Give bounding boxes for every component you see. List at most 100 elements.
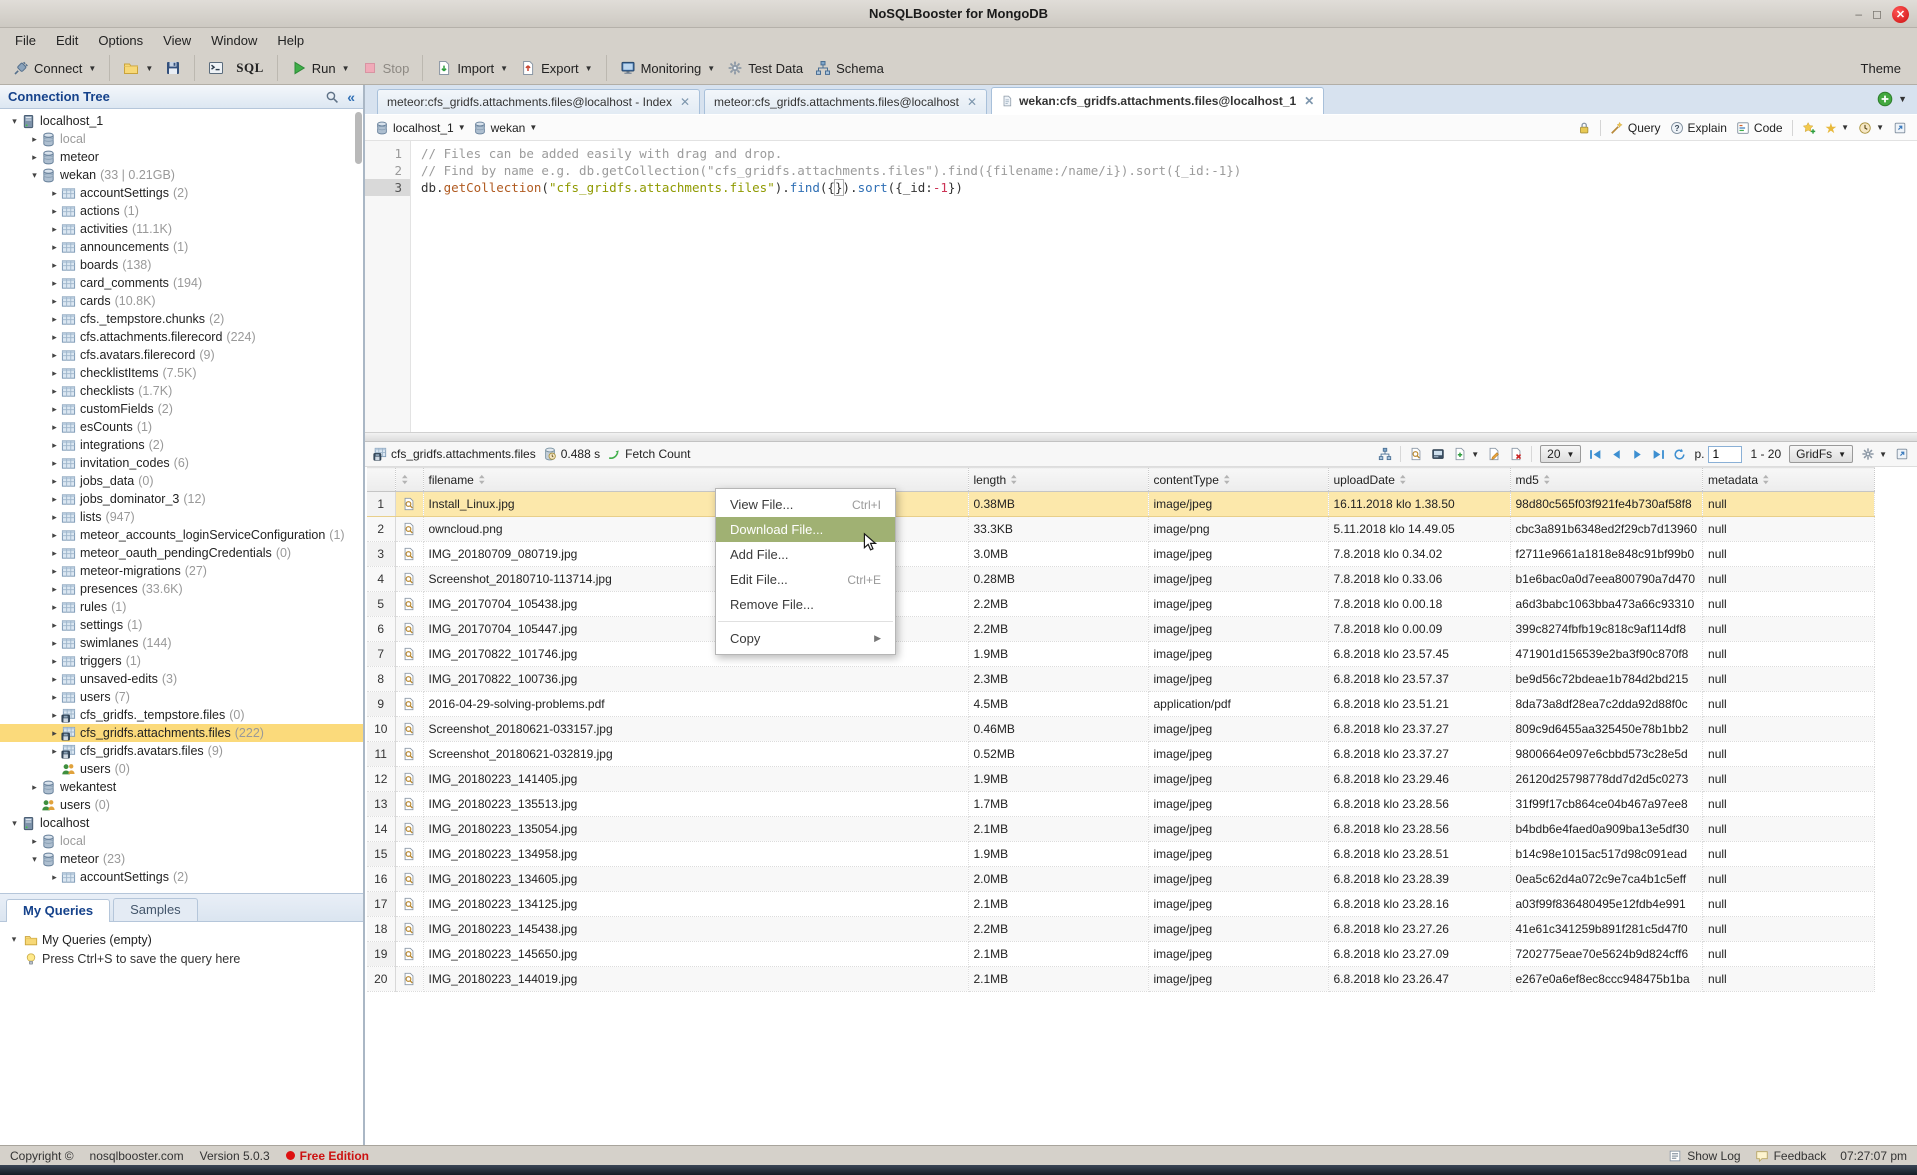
expander-icon[interactable]: ▸ <box>48 332 61 343</box>
row-view-cell[interactable] <box>395 917 423 942</box>
row-view-cell[interactable] <box>395 942 423 967</box>
cell-metadata[interactable]: null <box>1703 642 1875 667</box>
expander-icon[interactable]: ▸ <box>48 710 61 721</box>
view-document-icon[interactable] <box>402 872 416 886</box>
table-row[interactable]: 18IMG_20180223_145438.jpg2.2MBimage/jpeg… <box>367 917 1875 942</box>
expander-icon[interactable]: ▸ <box>48 530 61 541</box>
cell-contenttype[interactable]: image/jpeg <box>1148 717 1328 742</box>
cell-uploaddate[interactable]: 6.8.2018 klo 23.57.37 <box>1328 667 1510 692</box>
table-row[interactable]: 16IMG_20180223_134605.jpg2.0MBimage/jpeg… <box>367 867 1875 892</box>
cell-uploaddate[interactable]: 6.8.2018 klo 23.28.51 <box>1328 842 1510 867</box>
expander-icon[interactable]: ▸ <box>48 296 61 307</box>
table-row[interactable]: 12IMG_20180223_141405.jpg1.9MBimage/jpeg… <box>367 767 1875 792</box>
row-view-cell[interactable] <box>395 642 423 667</box>
cell-md5[interactable]: 31f99f17cb864ce04b467a97ee8 <box>1510 792 1703 817</box>
test-data-button[interactable]: Test Data <box>724 58 806 78</box>
new-tab-button[interactable] <box>1877 91 1893 107</box>
menu-item-remove-file-[interactable]: Remove File... <box>716 592 895 617</box>
cell-metadata[interactable]: null <box>1703 817 1875 842</box>
cell-md5[interactable]: b14c98e1015ac517d98c091ead <box>1510 842 1703 867</box>
cell-uploaddate[interactable]: 7.8.2018 klo 0.00.18 <box>1328 592 1510 617</box>
tree-item-cards[interactable]: ▸cards(10.8K) <box>0 292 363 310</box>
cell-length[interactable]: 2.3MB <box>968 667 1148 692</box>
expand-results-icon[interactable] <box>1895 447 1909 461</box>
cell-md5[interactable]: be9d56c72bdeae1b784d2bd215 <box>1510 667 1703 692</box>
cell-metadata[interactable]: null <box>1703 867 1875 892</box>
expander-icon[interactable]: ▾ <box>8 818 21 829</box>
cell-metadata[interactable]: null <box>1703 917 1875 942</box>
tree-item-triggers[interactable]: ▸triggers(1) <box>0 652 363 670</box>
cell-metadata[interactable]: null <box>1703 967 1875 992</box>
row-view-cell[interactable] <box>395 967 423 992</box>
tab-samples[interactable]: Samples <box>113 898 198 921</box>
expander-icon[interactable]: ▸ <box>28 134 41 145</box>
edit-document-icon[interactable] <box>1487 447 1501 461</box>
expander-icon[interactable]: ▸ <box>48 728 61 739</box>
table-row[interactable]: 8IMG_20170822_100736.jpg2.3MBimage/jpeg6… <box>367 667 1875 692</box>
edition-badge[interactable]: Free Edition <box>286 1149 369 1163</box>
tab-my-queries[interactable]: My Queries <box>6 899 110 922</box>
expander-icon[interactable]: ▸ <box>28 836 41 847</box>
expander-icon[interactable]: ▸ <box>48 368 61 379</box>
row-view-cell[interactable] <box>395 892 423 917</box>
stop-button[interactable]: Stop <box>359 58 413 78</box>
expander-icon[interactable]: ▸ <box>48 620 61 631</box>
row-view-cell[interactable] <box>395 617 423 642</box>
sidebar-scrollbar[interactable] <box>354 110 363 230</box>
view-document-icon[interactable] <box>402 747 416 761</box>
tree-item-users[interactable]: users(0) <box>0 796 363 814</box>
tree-item-cfs-tempstore-chunks[interactable]: ▸cfs._tempstore.chunks(2) <box>0 310 363 328</box>
expander-icon[interactable]: ▸ <box>48 440 61 451</box>
tree-item-wekan[interactable]: ▾wekan(33 | 0.21GB) <box>0 166 363 184</box>
tree-item-customfields[interactable]: ▸customFields(2) <box>0 400 363 418</box>
tree-item-swimlanes[interactable]: ▸swimlanes(144) <box>0 634 363 652</box>
delete-document-icon[interactable] <box>1509 447 1523 461</box>
cell-contenttype[interactable]: image/jpeg <box>1148 592 1328 617</box>
minimize-button[interactable]: – <box>1855 8 1862 20</box>
feedback-button[interactable]: Feedback <box>1755 1149 1827 1163</box>
column-header-uploaddate[interactable]: uploadDate <box>1328 468 1510 492</box>
cell-contenttype[interactable]: image/jpeg <box>1148 492 1328 517</box>
cell-md5[interactable]: 26120d25798778dd7d2d5c0273 <box>1510 767 1703 792</box>
tree-item-invitation-codes[interactable]: ▸invitation_codes(6) <box>0 454 363 472</box>
tree-item-cfs-avatars-filerecord[interactable]: ▸cfs.avatars.filerecord(9) <box>0 346 363 364</box>
schema-button[interactable]: Schema <box>812 58 887 78</box>
tree-item-meteor-migrations[interactable]: ▸meteor-migrations(27) <box>0 562 363 580</box>
cell-contenttype[interactable]: image/jpeg <box>1148 567 1328 592</box>
cell-metadata[interactable]: null <box>1703 892 1875 917</box>
table-row[interactable]: 6IMG_20170704_105447.jpg2.2MBimage/jpeg7… <box>367 617 1875 642</box>
query-builder-button[interactable]: Query <box>1610 121 1661 135</box>
favorites-button[interactable]: ★ ▼ <box>1825 121 1849 135</box>
search-icon[interactable] <box>325 90 339 104</box>
expander-icon[interactable]: ▾ <box>28 854 41 865</box>
table-row[interactable]: 15IMG_20180223_134958.jpg1.9MBimage/jpeg… <box>367 842 1875 867</box>
code-area[interactable]: // Files can be added easily with drag a… <box>411 141 1241 432</box>
table-row[interactable]: 5IMG_20170704_105438.jpg2.2MBimage/jpeg7… <box>367 592 1875 617</box>
cell-contenttype[interactable]: image/jpeg <box>1148 642 1328 667</box>
tree-item-escounts[interactable]: ▸esCounts(1) <box>0 418 363 436</box>
collapse-sidebar-icon[interactable]: « <box>347 89 355 105</box>
cell-contenttype[interactable]: image/jpeg <box>1148 742 1328 767</box>
page-number-input[interactable] <box>1708 446 1742 463</box>
editor-tab[interactable]: meteor:cfs_gridfs.attachments.files@loca… <box>377 89 700 114</box>
expander-icon[interactable]: ▾ <box>28 170 41 181</box>
expander-icon[interactable]: ▸ <box>48 224 61 235</box>
cell-length[interactable]: 2.2MB <box>968 592 1148 617</box>
database-selector[interactable]: wekan ▼ <box>473 121 538 135</box>
cell-filename[interactable]: IMG_20180223_134125.jpg <box>423 892 968 917</box>
cell-contenttype[interactable]: application/pdf <box>1148 692 1328 717</box>
tree-item-actions[interactable]: ▸actions(1) <box>0 202 363 220</box>
cell-md5[interactable]: b4bdb6e4faed0a909ba13e5df30 <box>1510 817 1703 842</box>
tree-item-settings[interactable]: ▸settings(1) <box>0 616 363 634</box>
expander-icon[interactable]: ▸ <box>48 638 61 649</box>
cell-uploaddate[interactable]: 6.8.2018 klo 23.28.56 <box>1328 792 1510 817</box>
expander-icon[interactable]: ▸ <box>48 458 61 469</box>
expander-icon[interactable]: ▸ <box>48 548 61 559</box>
editor-tab[interactable]: meteor:cfs_gridfs.attachments.files@loca… <box>704 89 987 114</box>
next-page-button[interactable] <box>1631 448 1644 461</box>
tree-item-localhost[interactable]: ▾localhost <box>0 814 363 832</box>
query-editor[interactable]: 123 // Files can be added easily with dr… <box>365 141 1917 433</box>
view-document-icon[interactable] <box>402 622 416 636</box>
menu-item-edit-file-[interactable]: Edit File...Ctrl+E <box>716 567 895 592</box>
cell-contenttype[interactable]: image/jpeg <box>1148 917 1328 942</box>
